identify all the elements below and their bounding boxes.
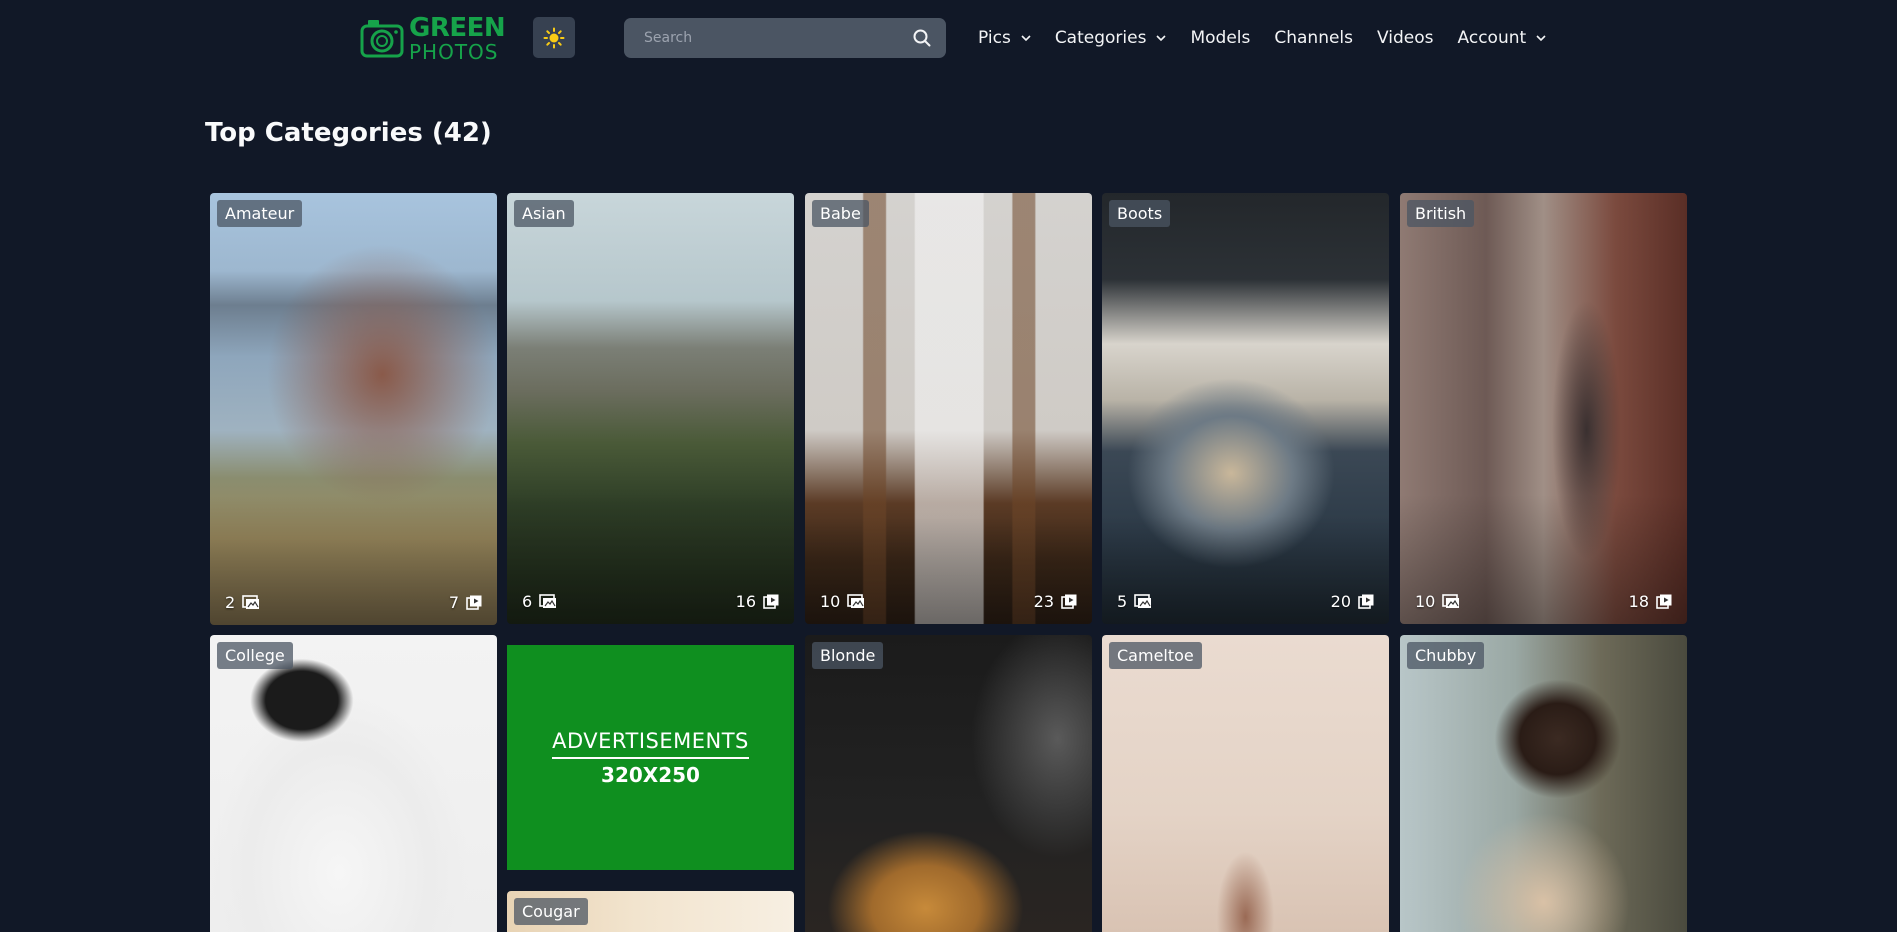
play-stack-icon bbox=[466, 595, 482, 610]
photo-count-value: 5 bbox=[1117, 592, 1128, 611]
video-count: 16 bbox=[736, 592, 779, 611]
photo-count-value: 6 bbox=[522, 592, 533, 611]
image-stack-icon bbox=[242, 595, 260, 609]
photo-count: 5 bbox=[1117, 592, 1152, 611]
ad-banner[interactable]: ADVERTISEMENTS 320X250 bbox=[507, 645, 794, 870]
category-label: Chubby bbox=[1407, 642, 1485, 670]
video-count: 20 bbox=[1331, 592, 1374, 611]
video-count: 7 bbox=[449, 593, 482, 612]
category-card-amateur[interactable]: Amateur 2 7 bbox=[210, 193, 497, 625]
image-stack-icon bbox=[847, 594, 865, 608]
ad-line2: 320X250 bbox=[601, 762, 700, 787]
category-label: British bbox=[1407, 200, 1475, 228]
category-card-british[interactable]: British 10 18 bbox=[1400, 193, 1687, 624]
video-count: 18 bbox=[1629, 592, 1672, 611]
category-label: Amateur bbox=[217, 200, 303, 228]
category-card-asian[interactable]: Asian 6 16 bbox=[507, 193, 794, 624]
ad-line1: ADVERTISEMENTS bbox=[552, 729, 749, 759]
category-label: Asian bbox=[514, 200, 574, 228]
category-label: Boots bbox=[1109, 200, 1171, 228]
category-card-cameltoe[interactable]: Cameltoe bbox=[1102, 635, 1389, 932]
photo-count: 10 bbox=[1415, 592, 1460, 611]
play-stack-icon bbox=[1061, 594, 1077, 609]
category-grid: Amateur 2 7 Asian 6 16 Babe 10 23 Boots … bbox=[0, 0, 1897, 932]
category-card-boots[interactable]: Boots 5 20 bbox=[1102, 193, 1389, 624]
category-card-chubby[interactable]: Chubby bbox=[1400, 635, 1687, 932]
play-stack-icon bbox=[1656, 594, 1672, 609]
image-stack-icon bbox=[1134, 594, 1152, 608]
photo-count-value: 2 bbox=[225, 593, 236, 612]
category-card-college[interactable]: College bbox=[210, 635, 497, 932]
photo-count: 10 bbox=[820, 592, 865, 611]
category-label: College bbox=[217, 642, 293, 670]
video-count-value: 16 bbox=[735, 592, 756, 611]
photo-count: 2 bbox=[225, 593, 260, 612]
category-label: Cougar bbox=[514, 898, 588, 926]
image-stack-icon bbox=[539, 594, 557, 608]
video-count-value: 18 bbox=[1628, 592, 1649, 611]
video-count: 23 bbox=[1034, 592, 1077, 611]
category-card-cougar[interactable]: Cougar bbox=[507, 891, 794, 932]
category-card-blonde[interactable]: Blonde bbox=[805, 635, 1092, 932]
category-label: Babe bbox=[812, 200, 869, 228]
play-stack-icon bbox=[763, 594, 779, 609]
play-stack-icon bbox=[1358, 594, 1374, 609]
photo-count-value: 10 bbox=[1415, 592, 1436, 611]
video-count-value: 7 bbox=[448, 593, 459, 612]
image-stack-icon bbox=[1442, 594, 1460, 608]
photo-count-value: 10 bbox=[820, 592, 841, 611]
category-label: Blonde bbox=[812, 642, 884, 670]
category-label: Cameltoe bbox=[1109, 642, 1202, 670]
video-count-value: 23 bbox=[1033, 592, 1054, 611]
video-count-value: 20 bbox=[1330, 592, 1351, 611]
category-card-babe[interactable]: Babe 10 23 bbox=[805, 193, 1092, 624]
photo-count: 6 bbox=[522, 592, 557, 611]
